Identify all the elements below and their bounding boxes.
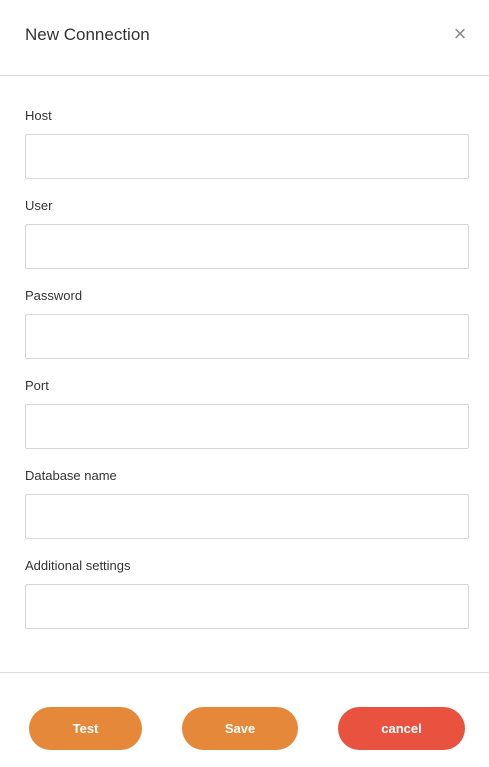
connection-form: Host User Password Port Database name Ad… [25,108,469,648]
additional-settings-input[interactable] [25,584,469,629]
port-field: Port [25,378,469,468]
save-button[interactable]: Save [182,707,298,750]
password-input[interactable] [25,314,469,359]
database-name-input[interactable] [25,494,469,539]
test-button[interactable]: Test [29,707,142,750]
port-input[interactable] [25,404,469,449]
password-field: Password [25,288,469,378]
dialog-title: New Connection [25,25,150,44]
host-label: Host [25,108,52,123]
new-connection-dialog: New Connection × Host User Password Port… [0,0,489,767]
cancel-button[interactable]: cancel [338,707,465,750]
port-label: Port [25,378,49,393]
user-label: User [25,198,53,213]
host-field: Host [25,108,469,198]
host-input[interactable] [25,134,469,179]
close-icon[interactable]: × [451,23,469,45]
dialog-header: New Connection × [0,0,489,76]
password-label: Password [25,288,83,303]
user-field: User [25,198,469,288]
additional-settings-field: Additional settings [25,558,469,648]
dialog-footer: Test Save cancel [0,672,489,767]
additional-settings-label: Additional settings [25,558,131,573]
database-name-field: Database name [25,468,469,558]
user-input[interactable] [25,224,469,269]
database-name-label: Database name [25,468,117,483]
